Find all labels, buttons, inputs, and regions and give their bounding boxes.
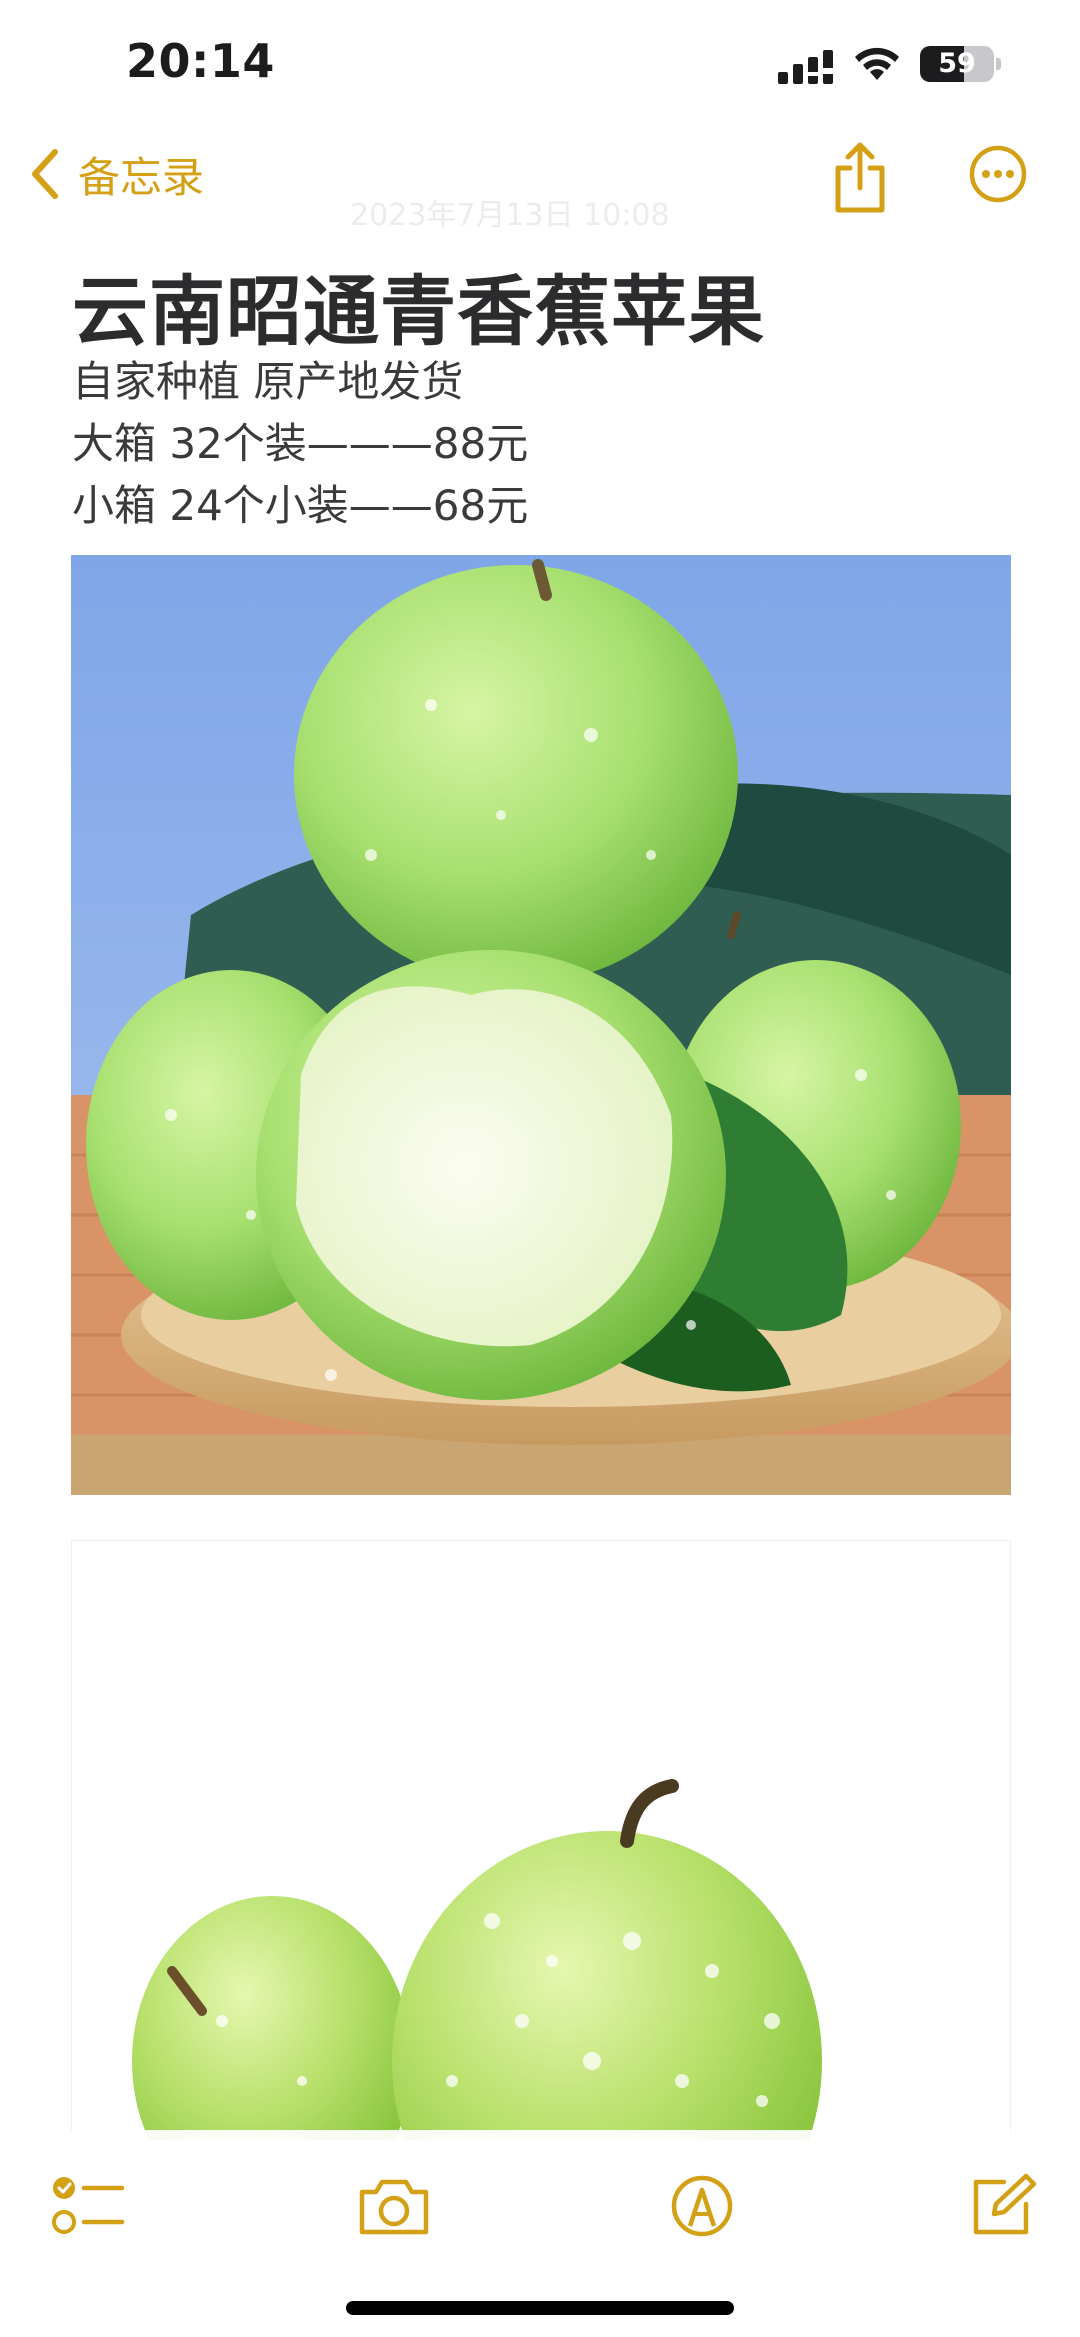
back-label: 备忘录 [78, 152, 205, 202]
status-bar: 20:14 59 [0, 0, 1080, 130]
note-line-small-box[interactable]: 小箱 24个小装——68元 [72, 472, 528, 533]
apple-photo-1-art [71, 555, 1011, 1495]
signal-icon [778, 50, 833, 84]
markup-pen-icon[interactable] [664, 2170, 740, 2242]
nav-bar: 备忘录 2023年7月13日 10:08 [0, 130, 1080, 233]
note-title[interactable]: 云南昭通青香蕉苹果 [72, 250, 765, 360]
checklist-icon[interactable] [52, 2170, 128, 2242]
status-time: 20:14 [126, 34, 275, 88]
note-line-origin[interactable]: 自家种植 原产地发货 [72, 348, 463, 409]
back-button[interactable]: 备忘录 [30, 144, 204, 204]
note-date: 2023年7月13日 10:08 [350, 198, 670, 233]
camera-icon[interactable] [356, 2170, 432, 2242]
compose-icon[interactable] [964, 2170, 1040, 2242]
share-icon[interactable] [828, 142, 892, 214]
apple-photo-2-art [72, 1541, 1010, 2140]
home-indicator[interactable] [346, 2301, 734, 2315]
chevron-left-icon [32, 149, 58, 199]
apple-photo-2[interactable] [71, 1540, 1011, 2140]
notes-screen: 20:14 59 备忘录 2023年7月13日 10:08 云南昭通青香蕉苹果 … [0, 0, 1080, 2337]
apple-photo-1[interactable] [71, 555, 1011, 1495]
battery-icon: 59 [920, 46, 1002, 82]
wifi-icon [855, 47, 899, 80]
battery-level: 59 [938, 48, 976, 79]
more-icon[interactable] [968, 144, 1028, 204]
note-line-big-box[interactable]: 大箱 32个装———88元 [72, 410, 528, 471]
